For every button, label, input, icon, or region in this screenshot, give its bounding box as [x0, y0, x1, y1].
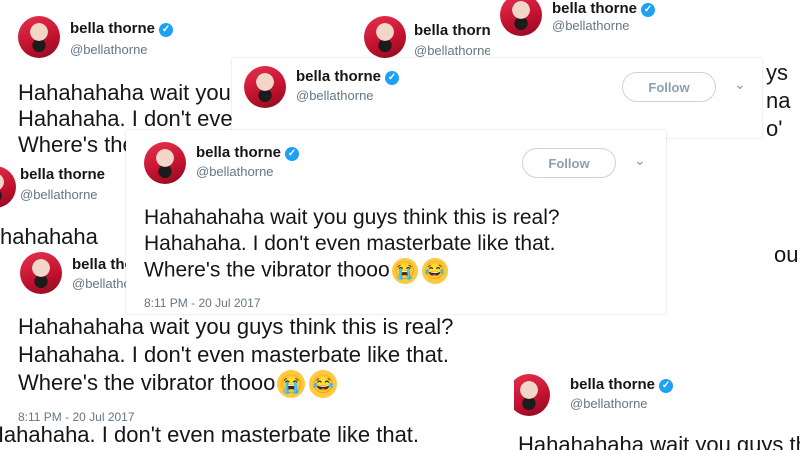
author-name[interactable]: bella thorne	[20, 166, 105, 183]
tweet-card-main: bella thorne ✓ @bellathorne Follow ⌄ Haha…	[126, 130, 666, 314]
follow-button[interactable]: Follow	[622, 72, 716, 102]
verified-badge-icon: ✓	[641, 3, 656, 17]
author-handle[interactable]: @bellathorne	[414, 43, 492, 58]
tweet-text-line-2: Hahahaha. I don't even masterbate like t…	[0, 426, 420, 447]
chevron-down-icon[interactable]: ⌄	[734, 76, 746, 93]
laughing-emoji: 😂	[421, 258, 448, 284]
author-name[interactable]: bella thorne ✓	[196, 144, 300, 161]
tweet-card-bg-h: bella thorne ✓ @bellathorne Hahahahaha wa…	[514, 362, 800, 450]
author-name[interactable]: bella thorne ✓	[552, 0, 656, 17]
author-handle[interactable]: @bellathorne	[196, 164, 274, 179]
author-handle[interactable]: @bellathorne	[570, 396, 648, 411]
chevron-down-icon[interactable]: ⌄	[634, 152, 646, 169]
tweet-card-bg-e: bella thorne @bellathorne hahahaha	[0, 160, 120, 250]
follow-button[interactable]: Follow	[522, 148, 616, 178]
author-handle[interactable]: @bellathorne	[552, 18, 630, 33]
tweet-text-fragment: ys	[766, 60, 788, 85]
verified-badge-icon: ✓	[159, 23, 174, 37]
avatar[interactable]	[144, 142, 186, 184]
timestamp[interactable]: 8:11 PM - 20 Jul 2017	[18, 410, 135, 424]
verified-badge-icon: ✓	[659, 379, 674, 393]
tweet-card-bg-d: bella thorne ✓ @bellathorne Follow ⌄	[232, 58, 762, 138]
tweet-text-line-2: Hahahaha. I don't even masterbate like t…	[18, 342, 450, 367]
verified-badge-icon: ✓	[285, 147, 300, 161]
avatar[interactable]	[364, 16, 406, 58]
timestamp[interactable]: 8:11 PM - 20 Jul 2017	[144, 296, 261, 310]
tweet-text-fragment: na	[766, 88, 791, 113]
author-handle[interactable]: @bellathorne	[296, 88, 374, 103]
crying-emoji: 😭	[391, 258, 418, 284]
verified-badge-icon: ✓	[385, 71, 400, 85]
author-handle[interactable]: @bellathorne	[70, 42, 148, 57]
crying-emoji: 😭	[277, 370, 306, 399]
author-name[interactable]: bella thorne ✓	[296, 68, 400, 85]
tweet-text-fragment: ou	[774, 242, 799, 267]
avatar[interactable]	[244, 66, 286, 108]
author-handle[interactable]: @bellathorne	[20, 187, 98, 202]
tweet-text-line-1: Hahahahaha wait you guys think this is r…	[18, 314, 454, 339]
avatar[interactable]	[0, 166, 16, 208]
tweet-text-line-3: Where's the vibrator thooo 😭 😂	[144, 258, 448, 284]
tweet-text-line-2: Hahahaha. I don't even masterbate like t…	[144, 232, 556, 255]
author-name[interactable]: bella thorne ✓	[570, 376, 674, 393]
laughing-emoji: 😂	[309, 370, 338, 399]
tweet-text-line-3: Where's the vibrator thooo 😭 😂	[18, 370, 338, 399]
avatar[interactable]	[20, 252, 62, 294]
avatar[interactable]	[500, 0, 542, 36]
tweet-text-line-1: Hahahahaha wait you guys think this is r…	[144, 206, 560, 229]
tweet-card-bg-i: ou	[740, 180, 800, 300]
avatar[interactable]	[514, 374, 550, 416]
tweet-text-fragment: o'	[766, 116, 783, 140]
avatar[interactable]	[18, 16, 60, 58]
author-name[interactable]: bella thorne ✓	[70, 20, 174, 37]
tweet-card-bg-g: Hahahaha. I don't even masterbate like t…	[0, 426, 520, 450]
author-name[interactable]: bella thorne	[414, 22, 499, 39]
tweet-text-line-1: Hahahahaha wait you guys think this is r…	[518, 432, 800, 450]
